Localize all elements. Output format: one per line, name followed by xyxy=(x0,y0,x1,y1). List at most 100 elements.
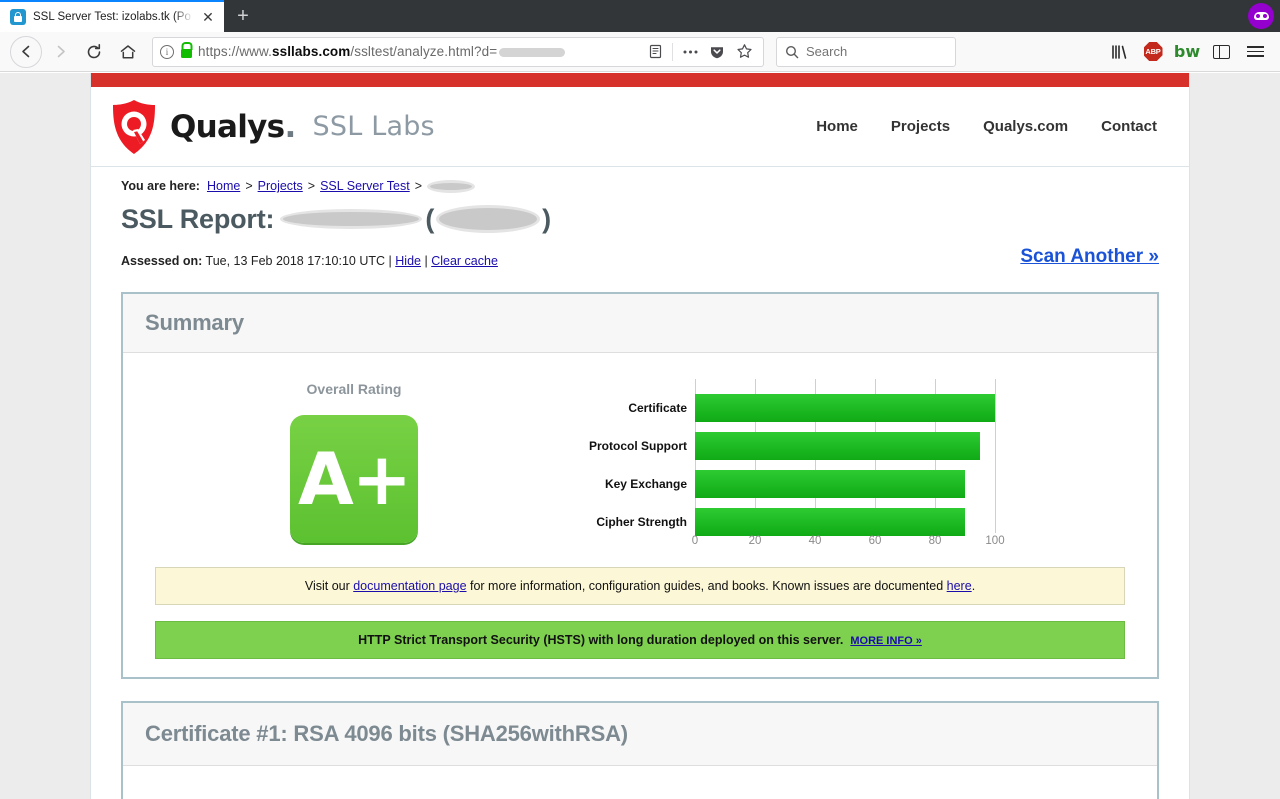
breadcrumb-item-ssl-server-test[interactable]: SSL Server Test xyxy=(320,179,410,193)
chart-bar-row xyxy=(695,389,995,427)
chart-x-tick-label: 20 xyxy=(748,535,762,547)
clear-cache-link[interactable]: Clear cache xyxy=(431,254,498,268)
private-browsing-mask-icon xyxy=(1248,3,1274,29)
chart-x-axis: 0 20 40 60 80 100 xyxy=(691,533,1005,551)
score-chart: Certificate Protocol Support Key Exchang… xyxy=(569,371,1141,551)
browser-tab[interactable]: SSL Server Test: izolabs.tk (Po ✕ xyxy=(0,0,224,32)
chart-label-key-exchange: Key Exchange xyxy=(604,477,687,491)
open-paren: ( xyxy=(425,203,435,234)
chart-bars xyxy=(695,389,995,541)
home-button[interactable] xyxy=(112,36,144,68)
scan-another-link[interactable]: Scan Another » xyxy=(1020,246,1159,268)
redacted-hostname xyxy=(280,209,423,229)
breadcrumb-prefix: You are here: xyxy=(121,179,200,193)
back-button[interactable] xyxy=(10,35,42,68)
chart-x-tick-label: 40 xyxy=(808,535,822,547)
new-tab-button[interactable]: + xyxy=(224,0,262,32)
close-icon[interactable]: ✕ xyxy=(200,9,216,25)
sidebar-toggle-icon[interactable] xyxy=(1206,37,1236,67)
hsts-notice: HTTP Strict Transport Security (HSTS) wi… xyxy=(155,621,1125,659)
brand-name: Qualys. xyxy=(170,108,296,145)
adblock-plus-icon[interactable]: ABP xyxy=(1138,37,1168,67)
grade-badge: A+ xyxy=(290,415,418,543)
tab-title: SSL Server Test: izolabs.tk (Po xyxy=(33,11,191,23)
ellipsis-icon[interactable] xyxy=(677,39,703,65)
assessed-on: Assessed on: Tue, 13 Feb 2018 17:10:10 U… xyxy=(121,254,498,268)
bitwarden-icon[interactable]: bw xyxy=(1172,37,1202,67)
chart-label-cipher-strength: Cipher Strength xyxy=(596,515,687,529)
overall-rating-block: Overall Rating A+ xyxy=(139,371,569,543)
hide-link[interactable]: Hide xyxy=(395,254,421,268)
star-icon[interactable] xyxy=(731,39,757,65)
certificate-panel-body xyxy=(123,766,1157,799)
page-title: SSL Report: ( ) xyxy=(121,200,1169,238)
assessed-on-value: Tue, 13 Feb 2018 17:10:10 UTC xyxy=(205,254,386,268)
breadcrumb: You are here: Home > Projects > SSL Serv… xyxy=(121,179,1169,193)
documentation-notice: Visit our documentation page for more in… xyxy=(155,567,1125,605)
chart-bar xyxy=(695,470,965,498)
breadcrumb-and-title: You are here: Home > Projects > SSL Serv… xyxy=(91,167,1189,268)
search-input[interactable]: Search xyxy=(776,36,956,67)
chart-bar xyxy=(695,508,965,536)
pocket-shield-icon[interactable] xyxy=(704,39,730,65)
chart-label-certificate: Certificate xyxy=(628,401,687,415)
chart-bar-row xyxy=(695,427,995,465)
hamburger-menu-icon[interactable] xyxy=(1240,37,1270,67)
magnifier-icon xyxy=(785,45,799,58)
browser-window: SSL Server Test: izolabs.tk (Po ✕ + i ht… xyxy=(0,0,1280,799)
chart-bar xyxy=(695,394,995,422)
breadcrumb-item-home[interactable]: Home xyxy=(207,179,240,193)
summary-panel: Summary Overall Rating A+ Certificate Pr… xyxy=(121,292,1159,679)
product-name: SSL Labs xyxy=(312,111,435,142)
brand-accent-bar xyxy=(91,73,1189,87)
summary-heading: Summary xyxy=(145,310,244,335)
qualys-logo[interactable]: Qualys. SSL Labs xyxy=(111,99,435,155)
report-title-label: SSL Report: xyxy=(121,203,275,234)
certificate-panel-header: Certificate #1: RSA 4096 bits (SHA256wit… xyxy=(123,703,1157,766)
chart-bar-row xyxy=(695,465,995,503)
certificate-panel: Certificate #1: RSA 4096 bits (SHA256wit… xyxy=(121,701,1159,799)
reader-view-icon[interactable] xyxy=(642,39,668,65)
padlock-icon xyxy=(181,48,192,58)
breadcrumb-separator: > xyxy=(414,179,423,193)
pipe-separator: | xyxy=(388,254,392,268)
hsts-notice-text: HTTP Strict Transport Security (HSTS) wi… xyxy=(358,633,844,647)
page-container: Qualys. SSL Labs Home Projects Qualys.co… xyxy=(90,73,1190,799)
hsts-more-info-link[interactable]: MORE INFO » xyxy=(850,635,922,647)
chart-plot-area: 0 20 40 60 80 100 xyxy=(691,379,1005,551)
chart-x-tick-label: 60 xyxy=(868,535,882,547)
certificate-heading: Certificate #1: RSA 4096 bits (SHA256wit… xyxy=(145,721,628,746)
documentation-page-link[interactable]: documentation page xyxy=(353,579,466,593)
summary-panel-header: Summary xyxy=(123,294,1157,353)
nav-item-home[interactable]: Home xyxy=(816,118,858,135)
chart-x-tick-label: 80 xyxy=(928,535,942,547)
page-viewport: Qualys. SSL Labs Home Projects Qualys.co… xyxy=(0,73,1280,799)
site-nav: Home Projects Qualys.com Contact xyxy=(816,118,1157,135)
breadcrumb-separator: > xyxy=(245,179,253,193)
lock-icon xyxy=(10,9,26,25)
chart-x-tick-label: 100 xyxy=(985,535,1005,547)
forward-button xyxy=(44,36,76,68)
chart-x-tick-label: 0 xyxy=(691,535,699,547)
divider xyxy=(672,42,673,61)
nav-item-projects[interactable]: Projects xyxy=(891,118,950,135)
site-header: Qualys. SSL Labs Home Projects Qualys.co… xyxy=(91,87,1189,167)
redacted-domain xyxy=(499,47,566,57)
library-icon[interactable] xyxy=(1104,37,1134,67)
qualys-shield-icon xyxy=(113,99,155,154)
reload-button[interactable] xyxy=(78,36,110,68)
known-issues-here-link[interactable]: here xyxy=(947,579,972,593)
pipe-separator: | xyxy=(424,254,428,268)
browser-toolbar-icons: ABP bw xyxy=(1104,37,1270,67)
chart-bar xyxy=(695,432,980,460)
redacted-hostname xyxy=(427,179,476,193)
summary-panel-body: Overall Rating A+ Certificate Protocol S… xyxy=(123,353,1157,677)
assessed-on-label: Assessed on: xyxy=(121,254,203,268)
nav-item-contact[interactable]: Contact xyxy=(1101,118,1157,135)
nav-item-qualys-com[interactable]: Qualys.com xyxy=(983,118,1068,135)
info-circle-icon[interactable]: i xyxy=(159,44,175,60)
address-bar[interactable]: i https://www.ssllabs.com/ssltest/analyz… xyxy=(152,36,764,67)
chart-category-labels: Certificate Protocol Support Key Exchang… xyxy=(569,379,695,551)
search-placeholder: Search xyxy=(806,44,848,59)
breadcrumb-item-projects[interactable]: Projects xyxy=(258,179,303,193)
